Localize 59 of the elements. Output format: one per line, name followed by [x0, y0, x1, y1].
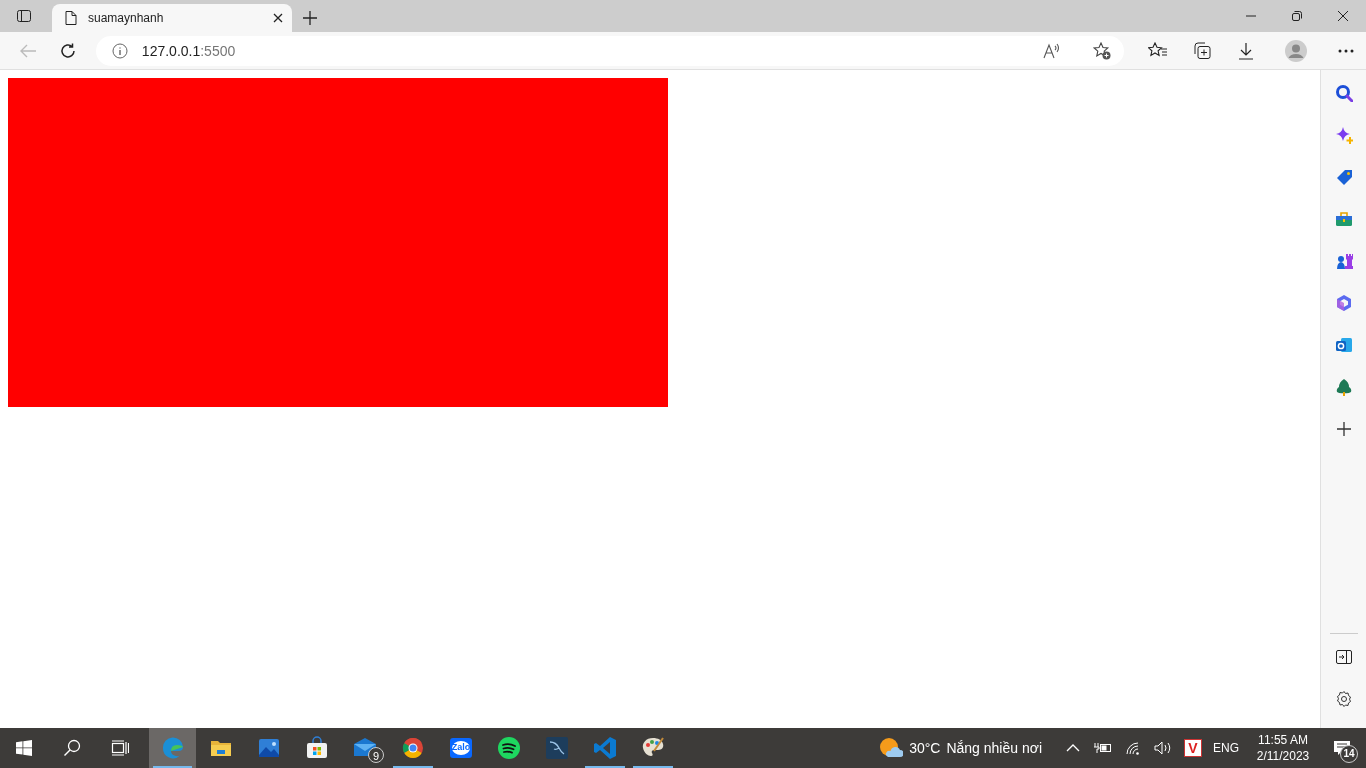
spotify-logo-icon	[497, 736, 521, 760]
panel-icon	[1334, 649, 1353, 665]
notifications-button[interactable]: 14	[1322, 728, 1362, 768]
plus-icon	[1334, 420, 1353, 438]
more-icon	[1338, 48, 1354, 53]
tab-title: suamaynhanh	[88, 11, 165, 25]
zalo-logo-icon	[449, 736, 473, 760]
shopping-bag-icon	[305, 736, 329, 760]
toolbox-icon	[1334, 210, 1353, 228]
mail-logo-icon	[1334, 336, 1353, 354]
hexagon-logo-icon	[1334, 294, 1353, 312]
address-bar[interactable]: 127.0.0.1:5500	[95, 35, 1124, 66]
logo-label: Zalo	[450, 742, 472, 753]
landscape-photo-icon	[257, 736, 281, 760]
clock-button[interactable]: 11:55 AM 2/11/2023	[1244, 728, 1322, 768]
search-icon	[63, 739, 81, 757]
date-text: 2/11/2023	[1256, 749, 1310, 763]
notification-count-badge: 14	[1340, 745, 1358, 763]
url-port: :5500	[200, 42, 236, 59]
weather-widget[interactable]: 30°C Nắng nhiều nơi	[871, 728, 1050, 768]
tab-actions-icon	[16, 8, 32, 24]
tray-app-button[interactable]: V	[1178, 728, 1208, 768]
download-icon	[1238, 41, 1254, 60]
url-host: 127.0.0.1	[141, 42, 201, 59]
task-view-icon	[111, 740, 129, 756]
avatar-icon	[1285, 39, 1307, 62]
taskbar-app-button[interactable]: 9	[341, 728, 389, 768]
tree-icon	[1334, 378, 1353, 396]
chess-pieces-icon	[1334, 252, 1353, 270]
language-indicator[interactable]: ENG	[1208, 728, 1244, 768]
settings-icon	[1334, 690, 1353, 708]
star-plus-icon	[1093, 41, 1111, 60]
close-icon	[1337, 10, 1349, 22]
read-aloud-icon	[1043, 42, 1061, 59]
wifi-icon	[1125, 741, 1141, 755]
restore-icon	[1291, 10, 1303, 22]
page-icon	[64, 10, 78, 26]
speaker-icon	[1154, 741, 1172, 755]
edge-logo-icon	[160, 736, 185, 760]
plus-icon	[302, 10, 318, 26]
collections-icon	[1192, 41, 1212, 60]
search-icon	[1334, 84, 1353, 102]
app-letter-icon: V	[1184, 739, 1202, 757]
back-arrow-icon	[18, 42, 37, 59]
vscode-logo-icon	[593, 736, 617, 760]
weather-condition-text: Nắng nhiều nơi	[946, 740, 1042, 756]
time-text: 11:55 AM	[1258, 733, 1308, 747]
battery-plug-icon	[1094, 742, 1112, 754]
refresh-icon	[58, 41, 77, 60]
unread-count-badge: 9	[368, 747, 384, 763]
info-icon	[111, 42, 128, 59]
browser-tab[interactable]: suamaynhanh	[52, 4, 292, 32]
sun-cloud-icon	[879, 737, 904, 759]
chevron-up-icon	[1066, 744, 1080, 752]
temperature-text: 30°C	[909, 740, 941, 756]
chrome-logo-icon	[401, 736, 425, 760]
windows-logo-icon	[16, 740, 32, 756]
close-icon[interactable]	[272, 12, 284, 24]
taskbar-app-button[interactable]: Zalo	[437, 728, 485, 768]
